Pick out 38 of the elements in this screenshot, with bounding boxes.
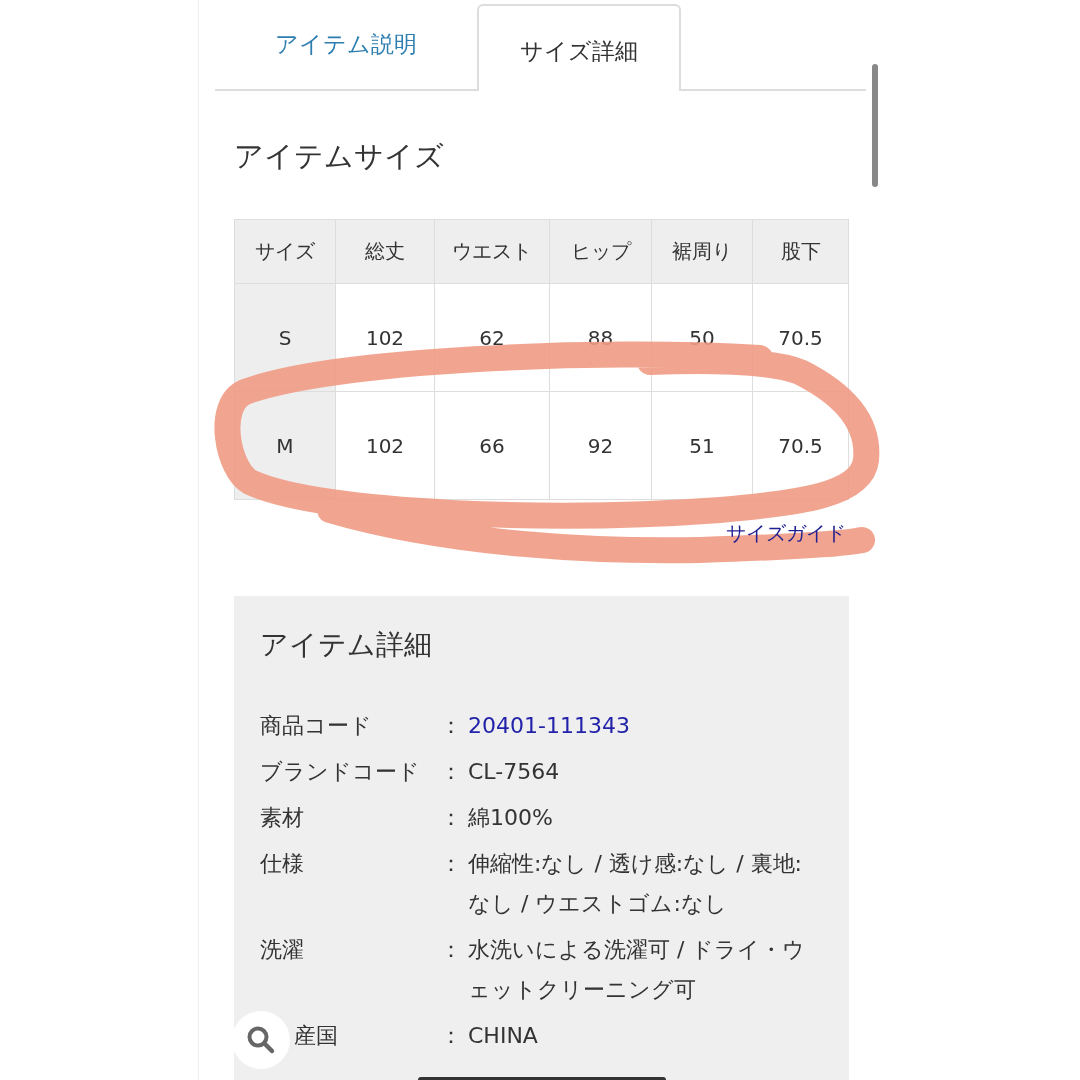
column-header: ウエスト xyxy=(434,219,550,284)
table-cell: 92 xyxy=(549,391,652,500)
table-cell: 88 xyxy=(549,283,652,392)
tab[interactable]: サイズ詳細 xyxy=(477,4,681,91)
colon: ： xyxy=(440,850,463,878)
scrollbar[interactable] xyxy=(872,64,878,187)
detail-value: 水洗いによる洗濯可 / ドライ・ウェットクリーニング可 xyxy=(468,936,807,1004)
detail-label: 仕様 xyxy=(260,850,305,878)
column-header: 裾周り xyxy=(651,219,753,284)
colon: ： xyxy=(440,758,463,786)
search-icon xyxy=(246,1025,276,1055)
detail-value: 伸縮性:なし / 透け感:なし / 裏地:なし / ウエストゴム:なし xyxy=(468,850,804,918)
detail-value: CHINA xyxy=(468,1022,539,1050)
colon: ： xyxy=(440,804,463,832)
detail-value: CL-7564 xyxy=(468,758,561,786)
details-title: アイテム詳細 xyxy=(260,627,433,663)
colon: ： xyxy=(440,712,463,740)
detail-value: 綿100% xyxy=(468,804,554,832)
colon: ： xyxy=(440,1022,463,1050)
detail-label: 産国 xyxy=(294,1022,339,1050)
product-code-link[interactable]: 20401-111343 xyxy=(468,706,808,746)
table-cell: 50 xyxy=(651,283,753,392)
colon: ： xyxy=(440,936,463,964)
detail-label: ブランドコード xyxy=(260,758,421,786)
column-header: サイズ xyxy=(234,219,336,284)
table-cell: 62 xyxy=(434,283,550,392)
detail-label: 素材 xyxy=(260,804,305,832)
column-header: ヒップ xyxy=(549,219,652,284)
table-cell: 102 xyxy=(335,283,435,392)
table-cell: 51 xyxy=(651,391,753,500)
table-cell: 70.5 xyxy=(752,283,849,392)
detail-label: 洗濯 xyxy=(260,936,305,964)
section-title: アイテムサイズ xyxy=(234,138,445,175)
column-header: 総丈 xyxy=(335,219,435,284)
detail-label: 商品コード xyxy=(260,712,373,740)
tab[interactable]: アイテム説明 xyxy=(215,4,477,89)
column-header: 股下 xyxy=(752,219,849,284)
size-guide-link[interactable]: サイズガイド xyxy=(726,520,846,546)
